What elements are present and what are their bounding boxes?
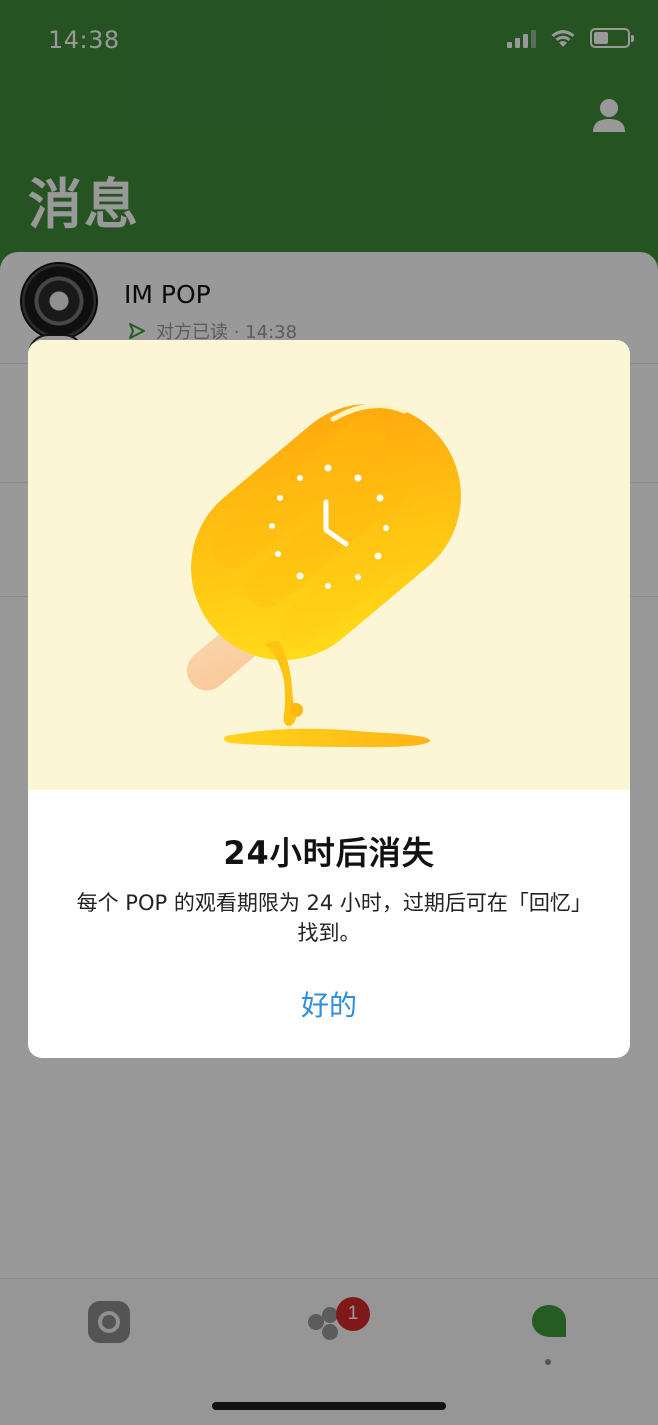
home-indicator[interactable]	[212, 1402, 446, 1410]
disappear-info-dialog: 24小时后消失 每个 POP 的观看期限为 24 小时，过期后可在「回忆」找到。…	[28, 340, 630, 1058]
ok-button[interactable]: 好的	[229, 978, 429, 1034]
illustration	[28, 340, 630, 790]
dialog-title: 24小时后消失	[223, 834, 435, 872]
melting-popsicle-clock-icon	[186, 403, 461, 748]
dialog-message: 每个 POP 的观看期限为 24 小时，过期后可在「回忆」找到。	[76, 891, 582, 945]
